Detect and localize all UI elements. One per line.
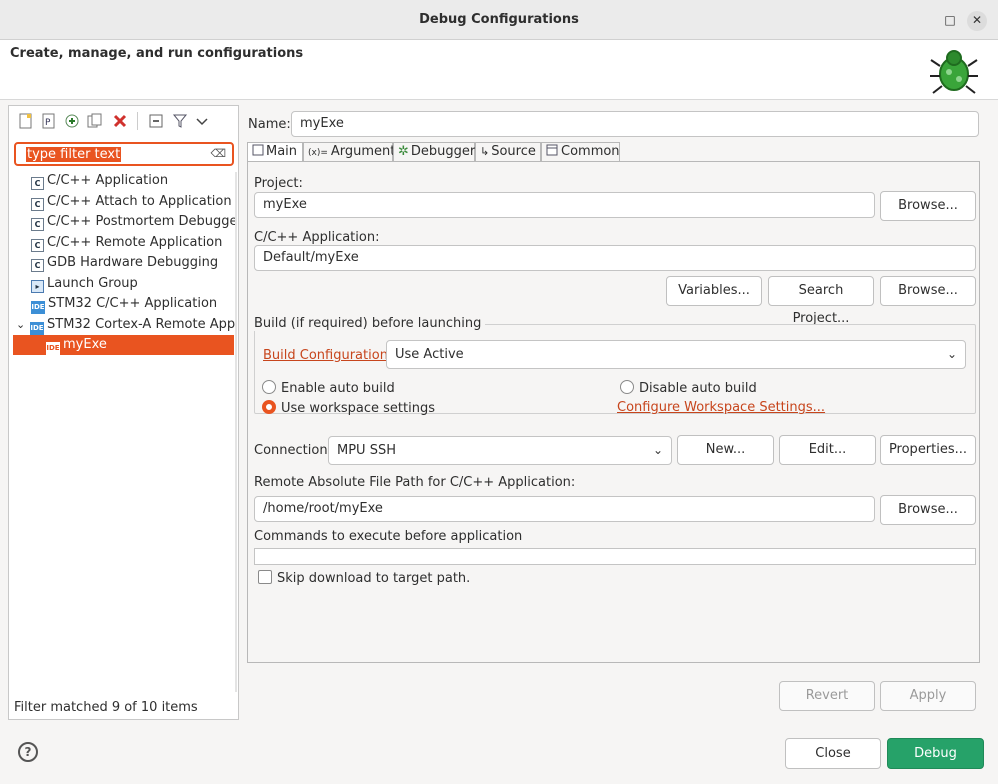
name-field[interactable]: myExe <box>291 111 979 137</box>
connection-select[interactable]: MPU SSH ⌄ <box>328 436 672 465</box>
tree-item-stm32-remote[interactable]: ⌄ IDE STM32 Cortex-A Remote Applic <box>16 315 236 335</box>
help-icon[interactable]: ? <box>18 742 38 762</box>
c-config-icon: C <box>31 259 44 272</box>
tree-item-stm32-app[interactable]: IDE STM32 C/C++ Application <box>31 294 236 314</box>
browse-remote-path-button[interactable]: Browse... <box>880 495 976 525</box>
tree-item-c-remote[interactable]: C C/C++ Remote Application <box>31 233 236 253</box>
dialog-heading: Create, manage, and run configurations <box>10 46 304 61</box>
project-field[interactable]: myExe <box>254 192 875 218</box>
clear-filter-icon[interactable]: ⌫ <box>210 147 226 160</box>
export-icon[interactable] <box>64 113 80 129</box>
filter-placeholder: type filter text <box>26 147 122 162</box>
filter-icon[interactable] <box>172 113 188 129</box>
source-icon: ↳ <box>480 145 490 158</box>
expander-icon[interactable]: ⌄ <box>16 315 30 335</box>
c-config-icon: C <box>31 218 44 231</box>
chevron-down-icon: ⌄ <box>946 347 957 361</box>
close-window-button[interactable]: ✕ <box>967 11 987 31</box>
tree-item-launch-group[interactable]: ▸ Launch Group <box>31 274 236 294</box>
duplicate-icon[interactable] <box>87 113 103 129</box>
new-connection-button[interactable]: New... <box>677 435 774 465</box>
dialog-header: Create, manage, and run configurations <box>0 40 998 100</box>
ide-icon: IDE <box>46 342 60 355</box>
tree-item-c-postmortem[interactable]: C C/C++ Postmortem Debugger <box>31 212 236 232</box>
checkbox-icon <box>258 570 272 584</box>
delete-icon[interactable] <box>112 113 128 129</box>
project-label: Project: <box>254 176 303 191</box>
tab-common[interactable]: Common <box>541 142 620 162</box>
connection-label: Connection: <box>254 443 332 458</box>
maximize-button[interactable]: □ <box>940 11 960 31</box>
revert-button[interactable]: Revert <box>779 681 875 711</box>
app-field[interactable]: Default/myExe <box>254 245 976 271</box>
bug-icon <box>930 50 978 94</box>
build-group-label: Build (if required) before launching <box>254 316 486 331</box>
radio-icon <box>262 380 276 394</box>
variables-button[interactable]: Variables... <box>666 276 762 306</box>
new-prototype-icon[interactable]: P <box>41 113 57 129</box>
configuration-list-panel: P type filter text ⌫ C C/C++ Application … <box>8 105 239 720</box>
disable-auto-build-radio[interactable]: Disable auto build <box>620 380 757 396</box>
configuration-editor: Name: myExe Main (x)= Arguments ✲ Debugger… <box>246 105 982 720</box>
launch-group-icon: ▸ <box>31 280 44 293</box>
c-config-icon: C <box>31 198 44 211</box>
c-config-icon: C <box>31 239 44 252</box>
filter-status: Filter matched 9 of 10 items <box>14 700 198 715</box>
debugger-icon: ✲ <box>398 144 409 159</box>
close-button[interactable]: Close <box>785 738 881 769</box>
window-title: Debug Configurations <box>419 12 579 27</box>
browse-app-button[interactable]: Browse... <box>880 276 976 306</box>
tree-item-gdb-hardware[interactable]: C GDB Hardware Debugging <box>31 253 236 273</box>
debug-button[interactable]: Debug <box>887 738 984 769</box>
main-tab-icon <box>252 144 264 156</box>
search-project-button[interactable]: Search Project... <box>768 276 874 326</box>
build-configuration-link[interactable]: Build Configuration: <box>263 348 392 363</box>
new-config-icon[interactable] <box>18 113 34 129</box>
filter-input[interactable]: type filter text ⌫ <box>14 142 234 166</box>
tree-item-c-application[interactable]: C C/C++ Application <box>31 171 236 191</box>
name-label: Name: <box>248 117 291 132</box>
apply-button[interactable]: Apply <box>880 681 976 711</box>
enable-auto-build-radio[interactable]: Enable auto build <box>262 380 395 396</box>
main-tab-content: Project: myExe Browse... C/C++ Applicati… <box>247 161 980 663</box>
svg-text:P: P <box>45 118 51 128</box>
edit-connection-button[interactable]: Edit... <box>779 435 876 465</box>
arguments-icon: (x)= <box>308 148 328 158</box>
use-workspace-settings-radio[interactable]: Use workspace settings <box>262 400 435 416</box>
build-configuration-select[interactable]: Use Active ⌄ <box>386 340 966 369</box>
browse-project-button[interactable]: Browse... <box>880 191 976 221</box>
ide-icon: IDE <box>30 322 44 335</box>
tab-arguments[interactable]: (x)= Arguments <box>303 142 402 162</box>
remote-path-label: Remote Absolute File Path for C/C++ Appl… <box>254 475 576 490</box>
chevron-down-icon[interactable] <box>194 113 210 129</box>
tab-source[interactable]: ↳ Source <box>475 142 541 162</box>
app-label: C/C++ Application: <box>254 230 380 245</box>
remote-path-field[interactable]: /home/root/myExe <box>254 496 875 522</box>
configure-workspace-link[interactable]: Configure Workspace Settings... <box>617 400 825 415</box>
connection-properties-button[interactable]: Properties... <box>880 435 976 465</box>
chevron-down-icon: ⌄ <box>652 443 663 457</box>
collapse-all-icon[interactable] <box>148 113 164 129</box>
c-config-icon: C <box>31 177 44 190</box>
window-titlebar: Debug Configurations □ ✕ <box>0 0 998 40</box>
ide-icon: IDE <box>31 301 45 314</box>
skip-download-checkbox[interactable]: Skip download to target path. <box>258 570 470 586</box>
common-icon <box>546 144 558 156</box>
tree-scrollbar[interactable] <box>235 172 237 692</box>
radio-selected-icon <box>262 400 276 414</box>
radio-icon <box>620 380 634 394</box>
tree-item-myexe[interactable]: IDE myExe <box>13 335 234 355</box>
tab-main[interactable]: Main <box>247 142 303 162</box>
commands-field[interactable] <box>254 548 976 565</box>
tree-item-c-attach[interactable]: C C/C++ Attach to Application <box>31 192 236 212</box>
tab-debugger[interactable]: ✲ Debugger <box>393 142 475 162</box>
toolbar-divider <box>137 112 138 130</box>
commands-label: Commands to execute before application <box>254 529 523 544</box>
